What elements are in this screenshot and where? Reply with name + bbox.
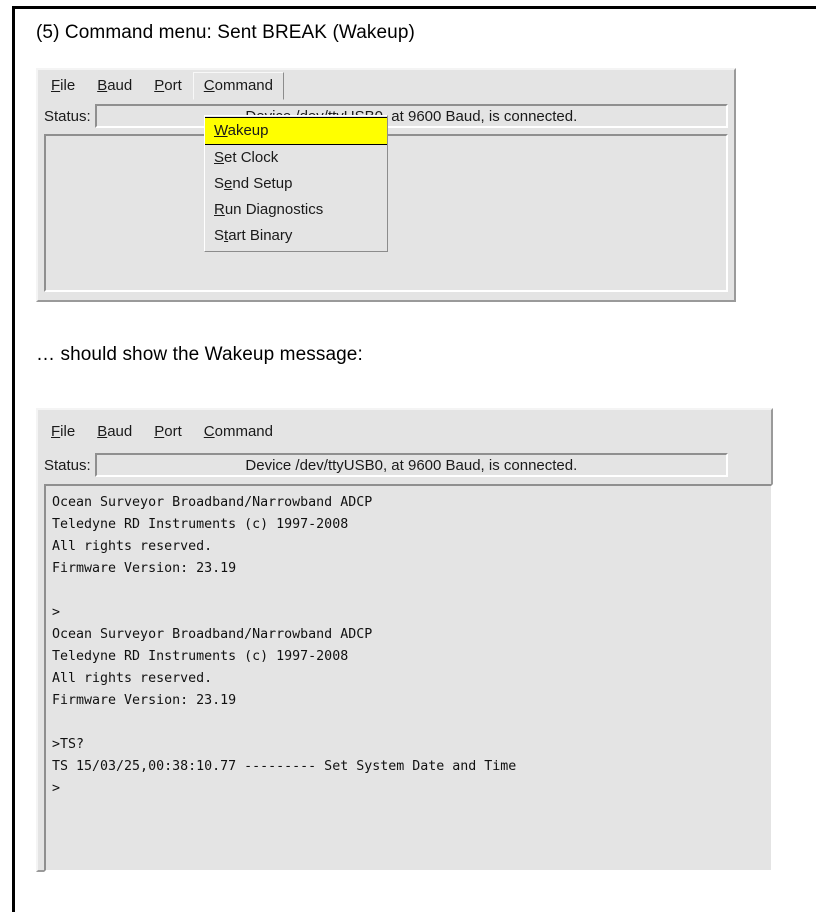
menu-file-2[interactable]: File bbox=[40, 418, 86, 446]
menu-item-start-binary-pre: S bbox=[214, 227, 225, 244]
status-label-bottom: Status: bbox=[44, 456, 91, 474]
menu-baud-mnemonic: B bbox=[97, 77, 108, 94]
status-label-top: Status: bbox=[44, 107, 91, 125]
menu-item-start-binary-label: art Binary bbox=[228, 227, 293, 244]
menu-command-mnemonic: C bbox=[203, 77, 215, 94]
menu-port-2-mnemonic: P bbox=[154, 423, 165, 440]
status-row-bottom: Status: Device /dev/ttyUSB0, at 9600 Bau… bbox=[44, 452, 728, 478]
menu-item-run-diagnostics[interactable]: Run Diagnostics bbox=[205, 197, 387, 223]
menu-command-2-label: ommand bbox=[214, 423, 273, 440]
page-border-left bbox=[12, 6, 15, 912]
status-field-bottom: Device /dev/ttyUSB0, at 9600 Baud, is co… bbox=[94, 453, 728, 477]
menu-item-send-setup-pre: S bbox=[214, 175, 225, 192]
command-dropdown-menu[interactable]: Wakeup Set Clock Send Setup Run Diagnost… bbox=[204, 115, 388, 252]
terminal-output-bottom[interactable]: Ocean Surveyor Broadband/Narrowband ADCP… bbox=[44, 484, 773, 872]
menubar-top: File Baud Port Command bbox=[40, 72, 284, 100]
menu-file[interactable]: File bbox=[40, 72, 86, 100]
menu-file-mnemonic: F bbox=[51, 77, 61, 94]
terminal-text-bottom: Ocean Surveyor Broadband/Narrowband ADCP… bbox=[52, 495, 517, 796]
page-border-top bbox=[12, 6, 816, 9]
menu-baud-2-mnemonic: B bbox=[97, 423, 108, 440]
menu-baud-label: aud bbox=[107, 77, 133, 94]
menu-command[interactable]: Command bbox=[192, 72, 284, 100]
menu-item-wakeup-mnemonic: W bbox=[214, 122, 228, 139]
menubar-bottom: File Baud Port Command bbox=[40, 418, 284, 446]
menu-port-label: ort bbox=[164, 77, 182, 94]
menu-command-label: ommand bbox=[214, 77, 273, 94]
menu-port-2[interactable]: Port bbox=[143, 418, 193, 446]
menu-port[interactable]: Port bbox=[143, 72, 193, 100]
menu-file-2-label: ile bbox=[60, 423, 76, 440]
menu-item-run-diagnostics-mnemonic: R bbox=[214, 201, 225, 218]
menu-baud[interactable]: Baud bbox=[86, 72, 143, 100]
menu-port-mnemonic: P bbox=[154, 77, 165, 94]
menu-item-send-setup-label: nd Setup bbox=[232, 175, 293, 192]
menu-file-label: ile bbox=[60, 77, 76, 94]
menu-item-run-diagnostics-label: un Diagnostics bbox=[224, 201, 324, 218]
menu-baud-2-label: aud bbox=[107, 423, 133, 440]
menu-item-send-setup[interactable]: Send Setup bbox=[205, 171, 387, 197]
status-field-top: Device /dev/ttyUSB0, at 9600 Baud, is co… bbox=[94, 104, 728, 128]
caption-step-5: (5) Command menu: Sent BREAK (Wakeup) bbox=[36, 22, 415, 43]
menu-port-2-label: ort bbox=[164, 423, 182, 440]
menu-item-start-binary[interactable]: Start Binary bbox=[205, 223, 387, 249]
menu-baud-2[interactable]: Baud bbox=[86, 418, 143, 446]
menu-item-wakeup[interactable]: Wakeup bbox=[205, 117, 387, 145]
menu-item-wakeup-label: akeup bbox=[227, 122, 269, 139]
menu-item-set-clock[interactable]: Set Clock bbox=[205, 145, 387, 171]
caption-wakeup-message: … should show the Wakeup message: bbox=[36, 344, 363, 365]
menu-item-set-clock-mnemonic: S bbox=[214, 149, 225, 166]
menu-item-set-clock-label: et Clock bbox=[224, 149, 279, 166]
status-value-bottom: Device /dev/ttyUSB0, at 9600 Baud, is co… bbox=[245, 456, 578, 474]
menu-file-2-mnemonic: F bbox=[51, 423, 61, 440]
terminal-window-bottom: File Baud Port Command Status: Device /d… bbox=[36, 408, 773, 872]
menu-command-2[interactable]: Command bbox=[193, 418, 284, 446]
menu-command-2-mnemonic: C bbox=[203, 423, 215, 440]
